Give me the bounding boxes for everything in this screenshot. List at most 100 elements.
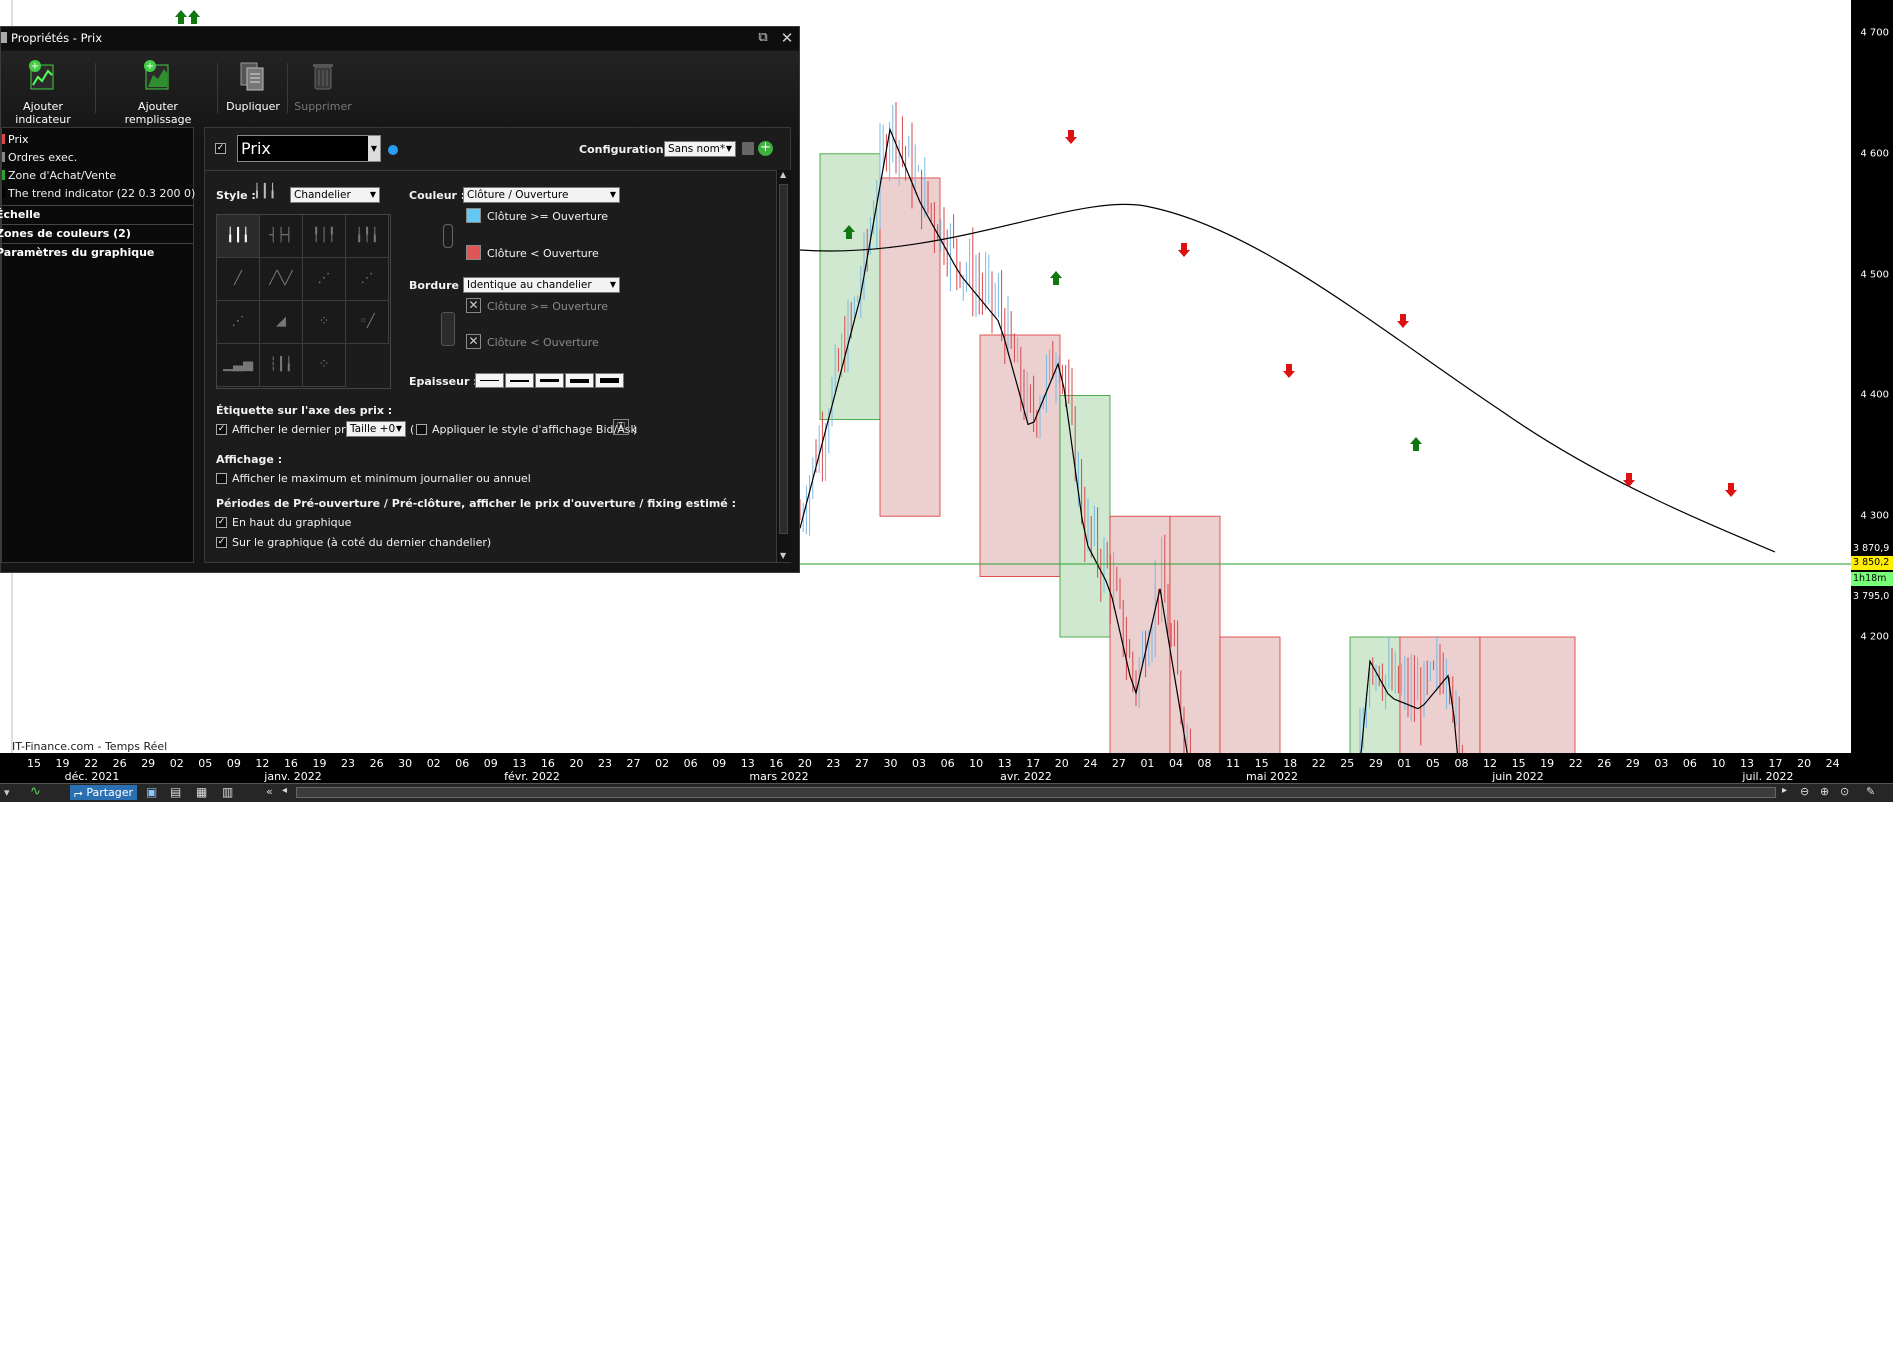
- tree-section-scale[interactable]: Échelle: [0, 205, 193, 226]
- window-icon[interactable]: ▣: [146, 785, 157, 799]
- tree-section-color-zones[interactable]: Zones de couleurs (2): [0, 224, 193, 245]
- zoom-in-icon[interactable]: ⊕: [1820, 785, 1829, 798]
- zoom-out-icon[interactable]: ⊖: [1800, 785, 1809, 798]
- thickness-5-button[interactable]: [595, 373, 624, 388]
- show-minmax-checkbox[interactable]: [216, 473, 227, 484]
- tree-item-prix[interactable]: Prix: [2, 133, 29, 149]
- duplicate-icon: [240, 62, 264, 91]
- chart-settings-icon[interactable]: ✎: [1866, 785, 1875, 798]
- style-option[interactable]: ╱╲╱: [260, 258, 303, 301]
- price-marker-label: 3 795,0: [1851, 590, 1893, 604]
- thickness-4-button[interactable]: [565, 373, 594, 388]
- day-tick-label: 15: [1511, 757, 1526, 770]
- day-tick-label: 06: [1682, 757, 1697, 770]
- wrench-icon[interactable]: ⚿: [613, 419, 629, 435]
- tree-item-orders[interactable]: Ordres exec.: [2, 151, 77, 167]
- add-fill-button[interactable]: + Ajouter remplissage: [107, 59, 209, 126]
- scroll-right-icon[interactable]: ▸: [1782, 785, 1787, 796]
- tree-color-swatch: [2, 152, 5, 162]
- style-option[interactable]: ◦╱: [346, 301, 389, 344]
- style-label: Style :: [216, 189, 256, 202]
- size-select[interactable]: Taille +0 ▼: [346, 421, 406, 437]
- price-axis[interactable]: 4 7004 6004 5004 4004 3004 2004 1004 000…: [1851, 0, 1893, 1367]
- indicator-icon[interactable]: ∿: [30, 784, 41, 799]
- border-down-swatch[interactable]: ✕: [466, 334, 481, 349]
- paren-open: (: [410, 423, 415, 436]
- thickness-3-button[interactable]: [535, 373, 564, 388]
- grid-icon[interactable]: ▦: [196, 785, 207, 799]
- scroll-thumb[interactable]: [779, 184, 788, 534]
- color-dot-icon[interactable]: [388, 145, 398, 155]
- style-option[interactable]: ⁘: [303, 301, 346, 344]
- object-tree-panel: Prix Ordres exec. Zone d'Achat/Vente The…: [0, 127, 195, 563]
- price-tick-label: 4 500: [1860, 269, 1889, 281]
- zoom-fit-icon[interactable]: ⊙: [1840, 785, 1849, 798]
- color-up-swatch[interactable]: [466, 208, 481, 223]
- day-tick-label: 16: [769, 757, 784, 770]
- border-select[interactable]: Identique au chandelier ▼: [463, 277, 620, 293]
- properties-dialog: Propriétés - Prix ⧉ ✕ + Ajouter indicate…: [0, 26, 800, 573]
- style-grid: ╽┃╽ ┤├┤ ╿│╿ ╽╿╽ ╱ ╱╲╱ ⋰ ⋰ ⋰ ◢ ⁘ ◦╱ ▁▃▅ ┆┃╽ ⁘: [216, 214, 391, 389]
- table-icon[interactable]: ▤: [170, 785, 181, 799]
- on-chart-label: Sur le graphique (à coté du dernier chan…: [232, 536, 492, 549]
- thickness-2-button[interactable]: [505, 373, 534, 388]
- show-last-price-checkbox[interactable]: ✓: [216, 424, 227, 435]
- style-option[interactable]: ⋰: [346, 258, 389, 301]
- bidask-checkbox[interactable]: [416, 424, 427, 435]
- save-config-icon[interactable]: [742, 142, 754, 155]
- drawing-tool-icon[interactable]: ▾: [4, 786, 10, 799]
- style-option[interactable]: ╽╿╽: [346, 215, 389, 258]
- tree-section-chart-params[interactable]: Paramètres du graphique: [0, 243, 193, 264]
- style-option[interactable]: ▁▃▅: [217, 344, 260, 387]
- horizontal-scrollbar[interactable]: [296, 787, 1776, 798]
- properties-scrollbar[interactable]: ▲ ▼: [776, 170, 791, 562]
- border-up-swatch[interactable]: ✕: [466, 298, 481, 313]
- style-option[interactable]: ╽┃╽: [217, 215, 260, 258]
- style-option-icon: ╿│╿: [312, 228, 336, 243]
- close-icon[interactable]: ✕: [779, 30, 795, 46]
- thickness-1-button[interactable]: [475, 373, 504, 388]
- rewind-icon[interactable]: «: [266, 785, 273, 798]
- configuration-select[interactable]: Sans nom* ▼: [664, 141, 736, 157]
- add-indicator-button[interactable]: + Ajouter indicateur: [1, 59, 85, 126]
- on-chart-checkbox[interactable]: ✓: [216, 537, 227, 548]
- dialog-titlebar[interactable]: Propriétés - Prix ⧉ ✕: [1, 27, 799, 50]
- style-option[interactable]: ╱: [217, 258, 260, 301]
- time-axis[interactable]: 15 19 22 26 29 02 05 09 12 16 19 23 26 30 02 06 09 13 16 20…: [0, 753, 1893, 783]
- day-tick-label: 27: [854, 757, 869, 770]
- day-tick-label: 23: [598, 757, 612, 770]
- scroll-left-icon[interactable]: ◂: [282, 785, 287, 796]
- scroll-up-icon[interactable]: ▲: [780, 170, 786, 179]
- style-option[interactable]: ┆┃╽: [260, 344, 303, 387]
- color-down-swatch[interactable]: [466, 245, 481, 260]
- style-option[interactable]: ◢: [260, 301, 303, 344]
- share-button[interactable]: ⮣ Partager: [70, 785, 138, 800]
- help-icon[interactable]: ⧉: [755, 30, 771, 46]
- layout-icon[interactable]: ▥: [222, 785, 233, 799]
- tree-item-zone[interactable]: Zone d'Achat/Vente: [2, 169, 116, 185]
- style-select[interactable]: Chandelier ▼: [290, 187, 380, 203]
- name-field[interactable]: Prix ▼: [237, 135, 381, 162]
- border-link-icon[interactable]: [441, 312, 455, 346]
- color-mode-select[interactable]: Clôture / Ouverture ▼: [463, 187, 620, 203]
- day-tick-label: 08: [1197, 757, 1212, 770]
- style-option[interactable]: ╿│╿: [303, 215, 346, 258]
- price-tick-label: 4 400: [1860, 389, 1889, 401]
- name-dropdown-arrow[interactable]: ▼: [368, 136, 380, 161]
- scroll-down-icon[interactable]: ▼: [780, 551, 786, 560]
- tree-item-trend-indicator[interactable]: The trend indicator (22 0.3 200 0): [2, 187, 195, 203]
- add-config-icon[interactable]: +: [758, 141, 773, 156]
- style-option[interactable]: ⋰: [217, 301, 260, 344]
- day-tick-label: 16: [283, 757, 298, 770]
- style-option-icon: ◢: [276, 314, 286, 329]
- duplicate-button[interactable]: Dupliquer: [223, 59, 283, 113]
- visible-checkbox[interactable]: ✓: [215, 143, 226, 154]
- style-option[interactable]: ⁘: [303, 344, 346, 387]
- day-tick-label: 19: [312, 757, 327, 770]
- style-option[interactable]: ┤├┤: [260, 215, 303, 258]
- link-chain-icon[interactable]: [443, 224, 453, 248]
- delete-button[interactable]: Supprimer: [293, 59, 353, 113]
- day-tick-label: 29: [1368, 757, 1383, 770]
- style-option[interactable]: ⋰: [303, 258, 346, 301]
- top-of-chart-checkbox[interactable]: ✓: [216, 517, 227, 528]
